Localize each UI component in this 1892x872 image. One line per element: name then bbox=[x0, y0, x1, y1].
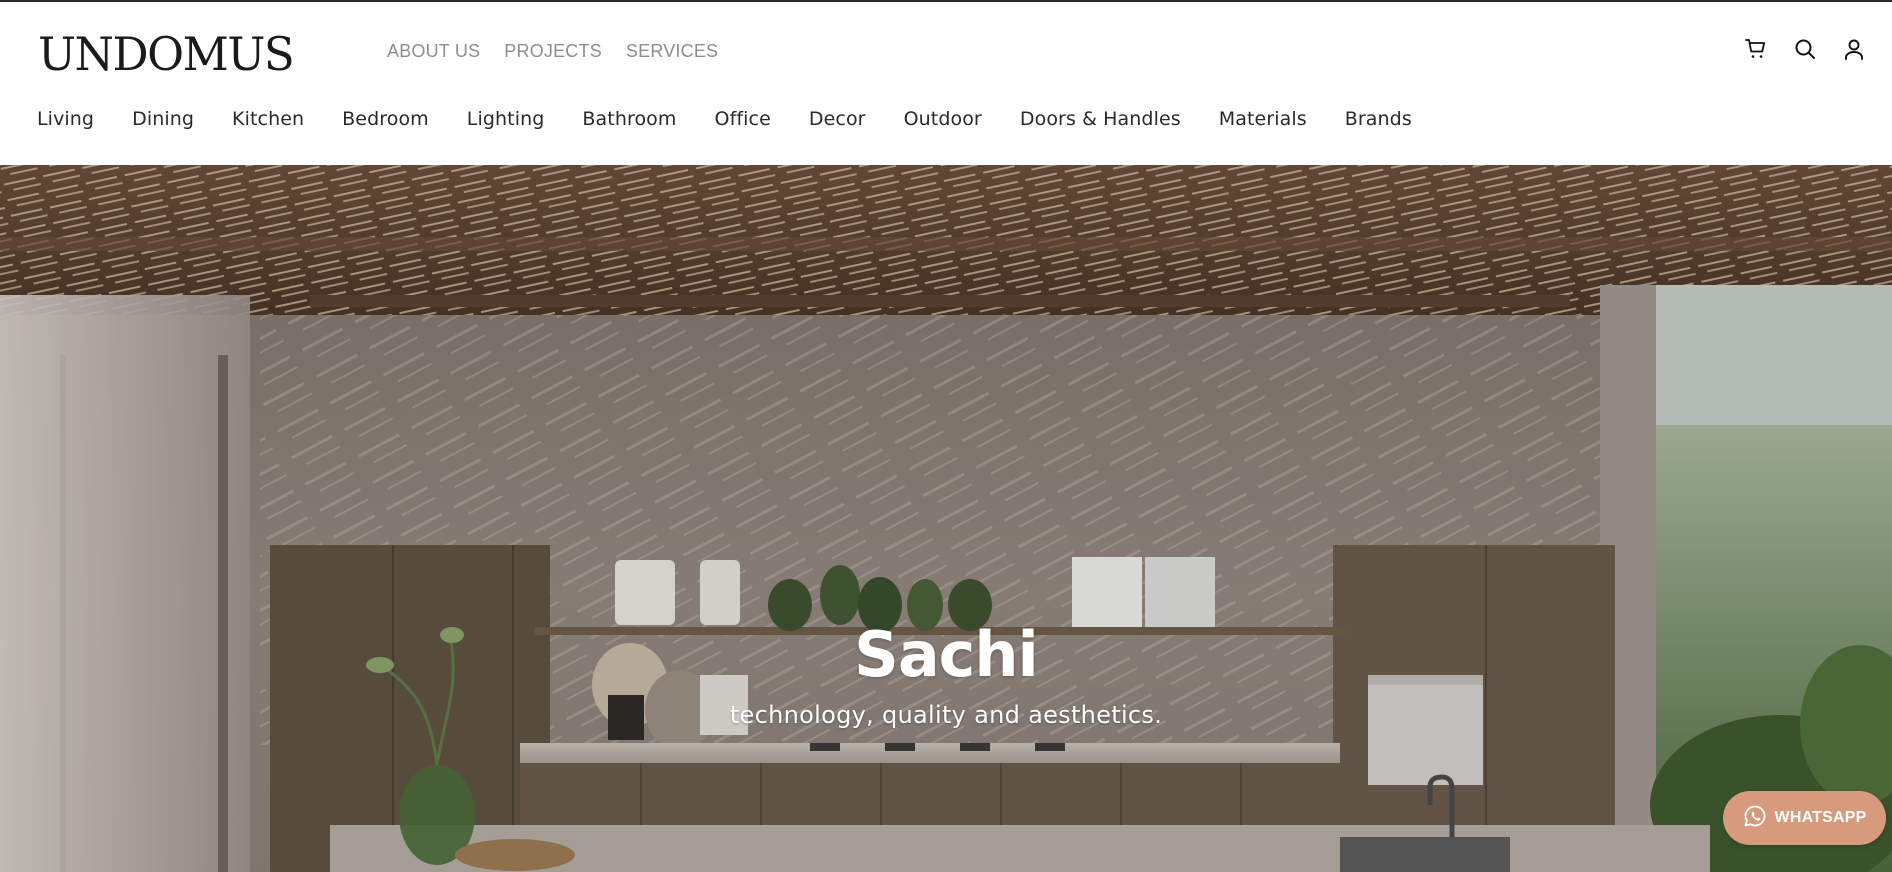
category-office[interactable]: Office bbox=[715, 106, 771, 132]
top-nav-projects[interactable]: PROJECTS bbox=[504, 40, 602, 62]
category-brands[interactable]: Brands bbox=[1345, 106, 1412, 132]
top-nav-services[interactable]: SERVICES bbox=[626, 40, 718, 62]
site-header: UNDOMUS ABOUT US PROJECTS SERVICES Livin… bbox=[0, 2, 1892, 165]
logo[interactable]: UNDOMUS bbox=[38, 28, 295, 80]
category-living[interactable]: Living bbox=[37, 106, 94, 132]
category-lighting[interactable]: Lighting bbox=[467, 106, 545, 132]
category-bathroom[interactable]: Bathroom bbox=[582, 106, 676, 132]
search-icon[interactable] bbox=[1791, 35, 1818, 62]
category-materials[interactable]: Materials bbox=[1219, 106, 1307, 132]
category-decor[interactable]: Decor bbox=[809, 106, 866, 132]
hero-subtitle: technology, quality and aesthetics. bbox=[729, 701, 1163, 729]
hero-banner[interactable]: Sachi technology, quality and aesthetics… bbox=[0, 165, 1892, 872]
whatsapp-label: WHATSAPP bbox=[1774, 809, 1867, 826]
cart-icon[interactable] bbox=[1742, 35, 1769, 62]
top-nav: ABOUT US PROJECTS SERVICES bbox=[387, 40, 742, 62]
category-nav: Living Dining Kitchen Bedroom Lighting B… bbox=[37, 106, 1450, 132]
whatsapp-icon bbox=[1743, 804, 1767, 833]
category-dining[interactable]: Dining bbox=[132, 106, 194, 132]
category-outdoor[interactable]: Outdoor bbox=[904, 106, 982, 132]
hero-image bbox=[0, 165, 1892, 872]
account-icon[interactable] bbox=[1840, 35, 1867, 62]
top-nav-about-us[interactable]: ABOUT US bbox=[387, 40, 480, 62]
header-icons bbox=[1742, 35, 1867, 62]
category-doors-handles[interactable]: Doors & Handles bbox=[1020, 106, 1181, 132]
category-kitchen[interactable]: Kitchen bbox=[232, 106, 304, 132]
hero-title: Sachi bbox=[854, 618, 1039, 691]
whatsapp-button[interactable]: WHATSAPP bbox=[1723, 791, 1886, 845]
category-bedroom[interactable]: Bedroom bbox=[342, 106, 429, 132]
